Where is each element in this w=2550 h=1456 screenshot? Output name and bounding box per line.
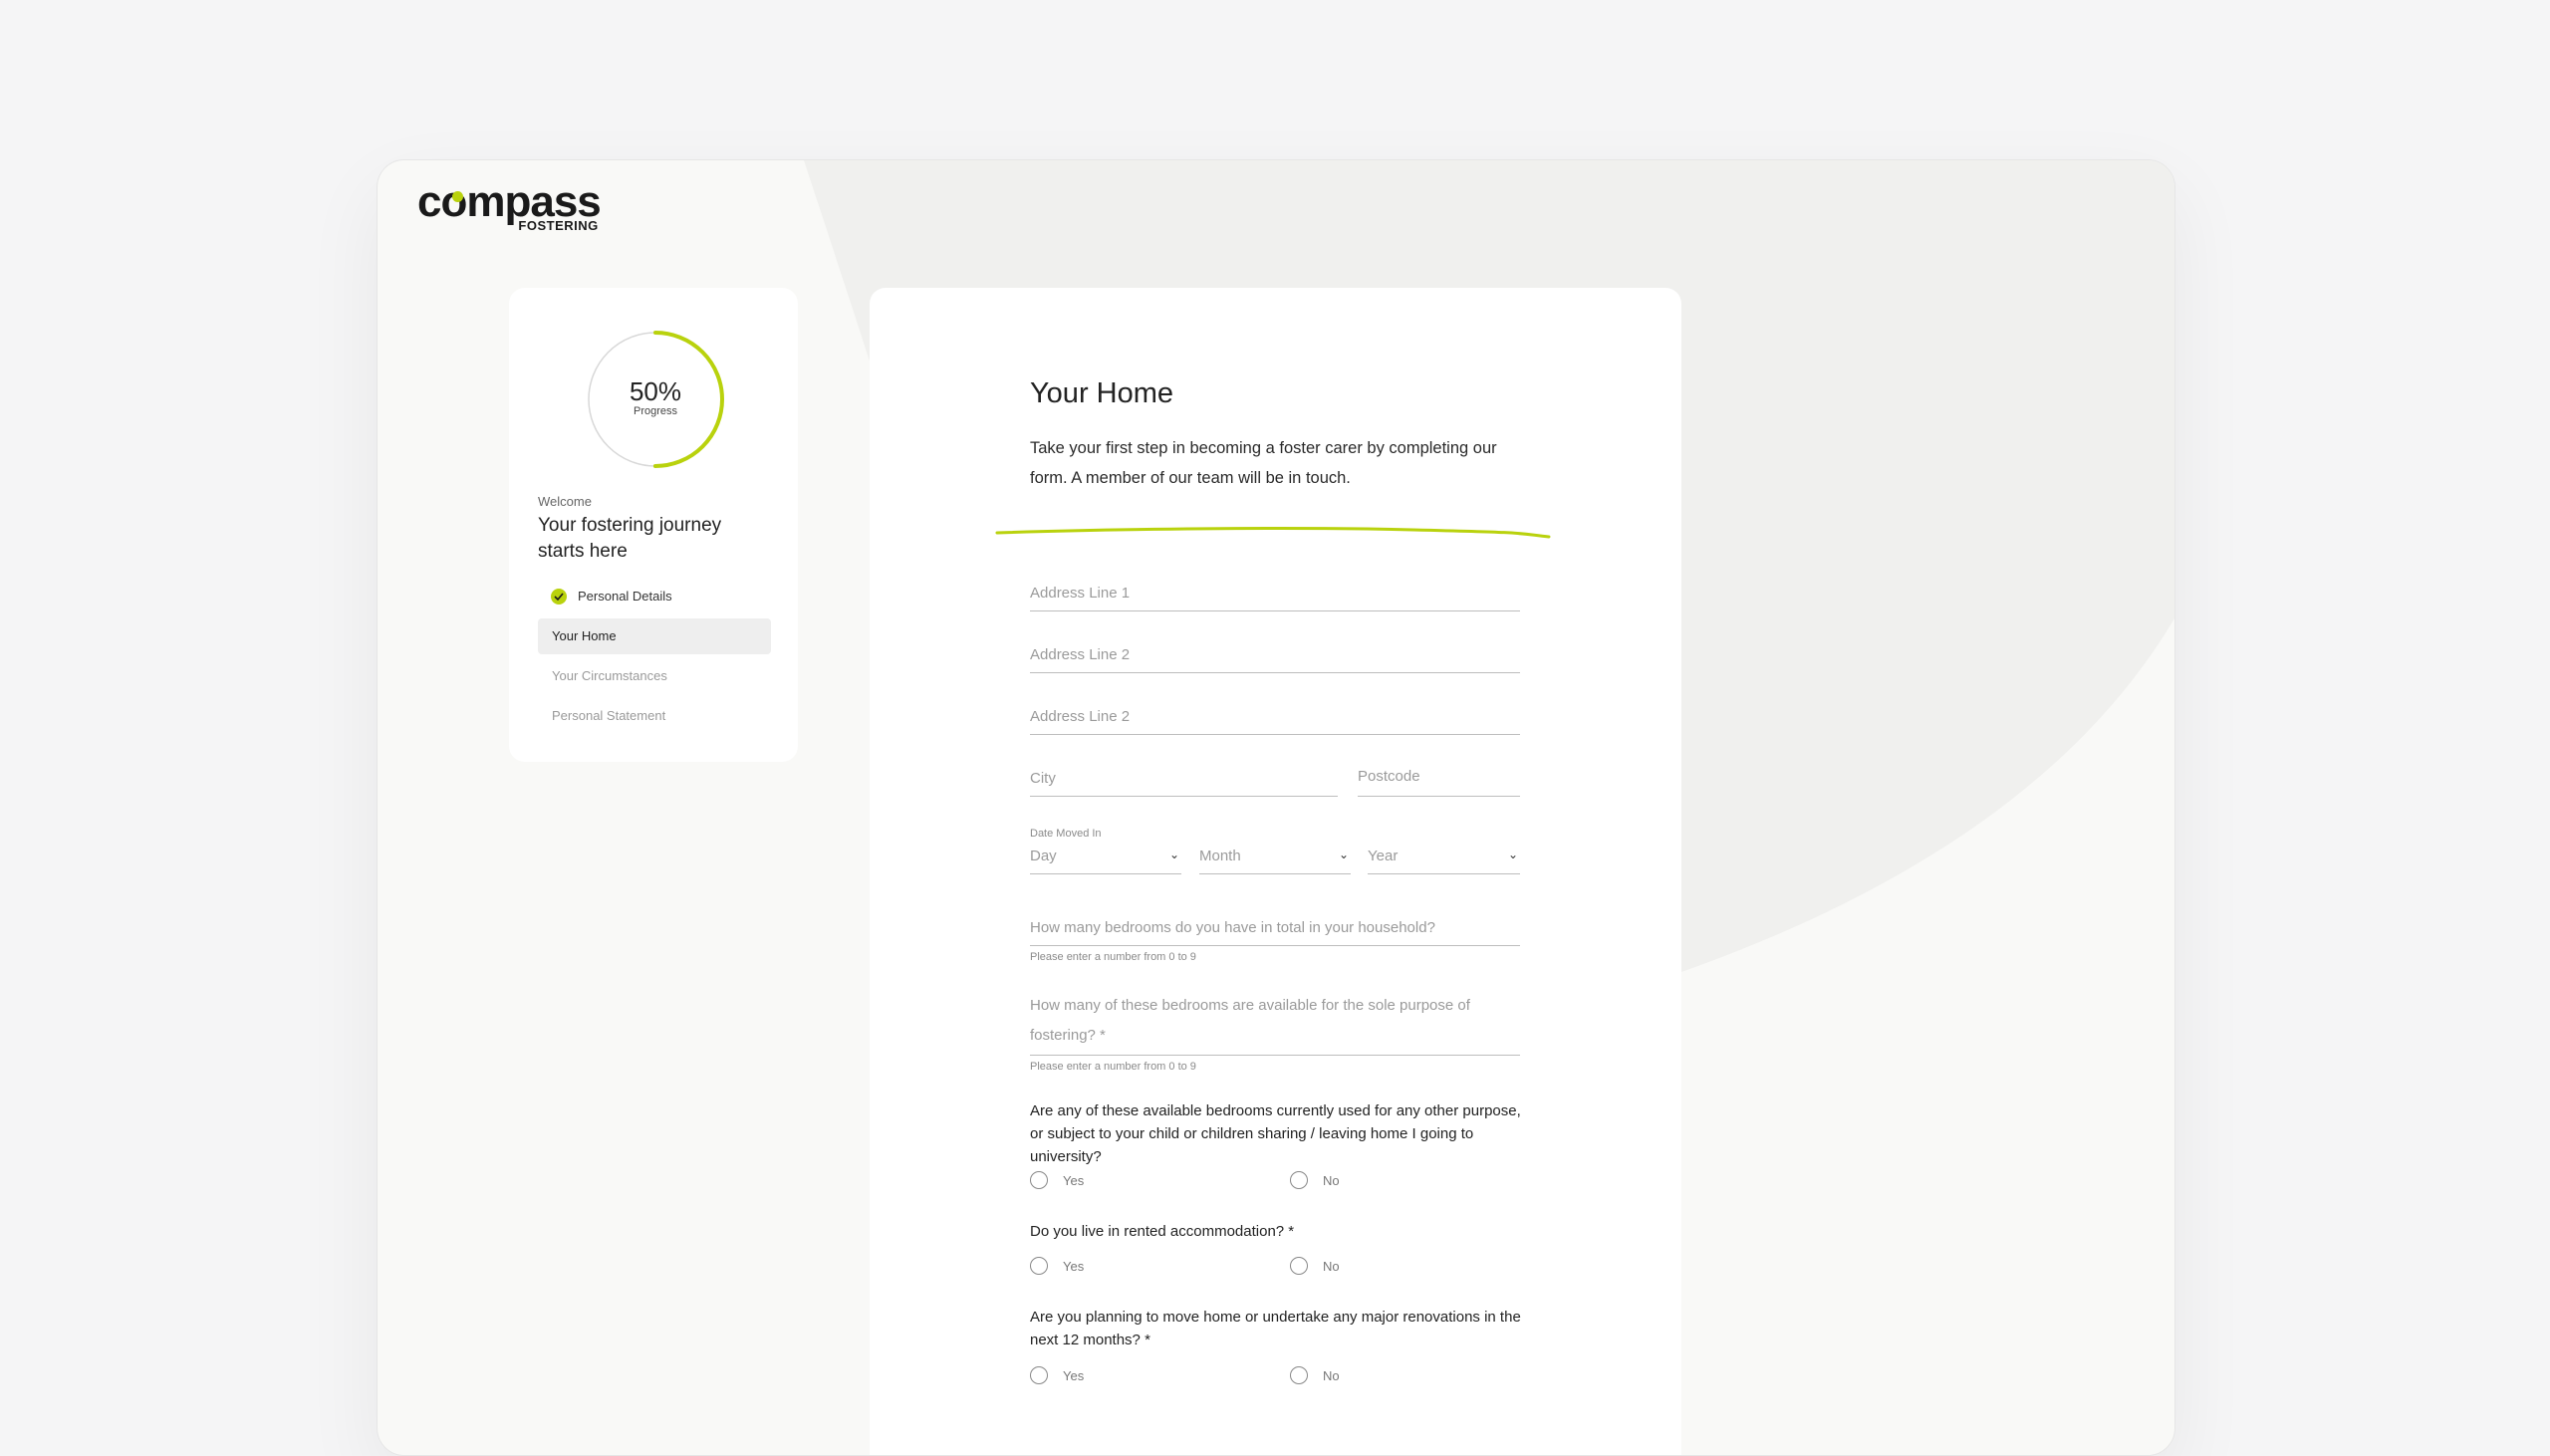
form-card: Your Home Take your first step in becomi… bbox=[870, 288, 1681, 1455]
radio-circle-icon bbox=[1290, 1257, 1308, 1275]
page-title: Your Home bbox=[1030, 377, 1174, 409]
radio-circle-icon bbox=[1290, 1171, 1308, 1189]
form-intro: Take your first step in becoming a foste… bbox=[1030, 439, 1497, 487]
logo-subtitle: FOSTERING bbox=[518, 218, 599, 233]
day-select[interactable]: Day ⌄ bbox=[1030, 836, 1181, 874]
step-label: Your Home bbox=[552, 628, 617, 643]
question-rented-accommodation: Do you live in rented accommodation? * bbox=[1030, 1223, 1295, 1240]
fostering-bedrooms-input[interactable]: How many of these bedrooms are available… bbox=[1030, 975, 1520, 1056]
radio-circle-icon bbox=[1030, 1366, 1048, 1384]
chevron-down-icon: ⌄ bbox=[1168, 848, 1179, 861]
step-list: Personal Details Your Home Your Circumst… bbox=[538, 579, 771, 738]
radio-group-move-or-renovate: Yes No bbox=[1030, 1365, 1428, 1387]
step-personal-statement[interactable]: Personal Statement bbox=[538, 698, 771, 734]
address-line-2-input[interactable]: Address Line 2 bbox=[1030, 628, 1520, 673]
step-label: Your Circumstances bbox=[552, 668, 667, 683]
logo-accent-dot bbox=[452, 191, 463, 202]
year-select[interactable]: Year ⌄ bbox=[1368, 836, 1520, 874]
progress-sidebar: 50% Progress Welcome Your fostering jour… bbox=[509, 288, 798, 762]
step-your-home[interactable]: Your Home bbox=[538, 618, 771, 654]
fostering-bedrooms-hint: Please enter a number from 0 to 9 bbox=[1030, 1061, 1196, 1073]
step-label: Personal Details bbox=[578, 589, 672, 604]
total-bedrooms-input[interactable]: How many bedrooms do you have in total i… bbox=[1030, 897, 1520, 946]
step-personal-details[interactable]: Personal Details bbox=[538, 579, 771, 614]
radio-group-bedrooms-other-use: Yes No bbox=[1030, 1170, 1428, 1192]
step-label: Personal Statement bbox=[552, 708, 666, 723]
progress-ring: 50% Progress bbox=[584, 328, 727, 471]
address-line-1-input[interactable]: Address Line 1 bbox=[1030, 567, 1520, 611]
radio-circle-icon bbox=[1290, 1366, 1308, 1384]
check-icon bbox=[551, 589, 567, 605]
radio-group-rented-accommodation: Yes No bbox=[1030, 1256, 1428, 1278]
progress-label: Progress bbox=[633, 405, 678, 417]
total-bedrooms-hint: Please enter a number from 0 to 9 bbox=[1030, 951, 1196, 963]
address-line-3-input[interactable]: Address Line 2 bbox=[1030, 690, 1520, 735]
chevron-down-icon: ⌄ bbox=[1507, 848, 1518, 861]
progress-readout: 50% Progress bbox=[584, 377, 727, 417]
radio-circle-icon bbox=[1030, 1171, 1048, 1189]
step-your-circumstances[interactable]: Your Circumstances bbox=[538, 658, 771, 694]
question-bedrooms-other-use: Are any of these available bedrooms curr… bbox=[1030, 1102, 1521, 1165]
brush-underline bbox=[995, 527, 1551, 539]
chevron-down-icon: ⌄ bbox=[1338, 848, 1349, 861]
postcode-input[interactable]: Postcode bbox=[1358, 752, 1520, 797]
radio-circle-icon bbox=[1030, 1257, 1048, 1275]
month-select[interactable]: Month ⌄ bbox=[1199, 836, 1351, 874]
welcome-label: Welcome bbox=[538, 494, 592, 509]
progress-percent: 50% bbox=[629, 376, 682, 406]
compass-logo[interactable]: compass FOSTERING bbox=[417, 178, 602, 234]
city-input[interactable]: City bbox=[1030, 752, 1338, 797]
question-move-or-renovate: Are you planning to move home or underta… bbox=[1030, 1309, 1521, 1348]
app-frame: compass FOSTERING 50% Progress Welcome Y… bbox=[377, 159, 2175, 1456]
sidebar-headline: Your fostering journey starts here bbox=[538, 515, 722, 562]
